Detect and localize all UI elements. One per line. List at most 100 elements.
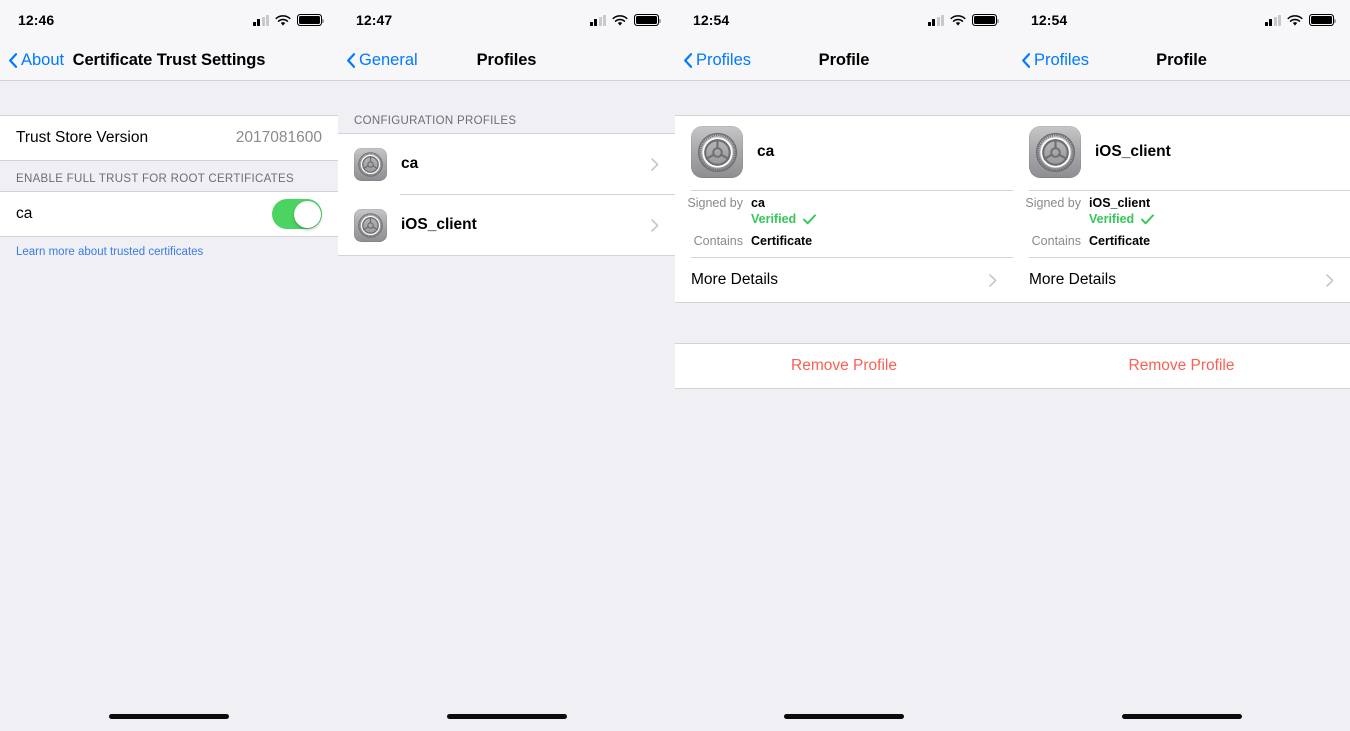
battery-full-icon <box>972 14 1000 26</box>
remove-profile-label: Remove Profile <box>1128 357 1235 374</box>
status-time: 12:47 <box>356 12 393 28</box>
home-indicator <box>109 714 229 719</box>
back-button-profiles[interactable]: Profiles <box>1021 40 1089 80</box>
screen-profile-detail-ca: 12:54 Profiles Profile ca Signed by ca V… <box>675 0 1013 731</box>
chevron-left-icon <box>1021 53 1030 68</box>
top-spacer <box>338 81 675 103</box>
status-bar: 12:54 <box>675 0 1013 40</box>
profile-card: ca Signed by ca Verified Contains Certif… <box>675 115 1013 302</box>
navigation-bar: General Profiles <box>338 40 675 81</box>
contains-value: Certificate <box>1089 234 1151 248</box>
signal-bars-icon <box>1264 14 1281 26</box>
profile-name-label: iOS_client <box>1095 143 1171 160</box>
back-button-label: Profiles <box>1034 50 1090 69</box>
contains-row: Contains Certificate <box>1013 233 1350 249</box>
wifi-icon <box>950 14 966 26</box>
more-details-row[interactable]: More Details <box>675 258 1013 302</box>
contains-key: Contains <box>693 234 743 248</box>
content-area: Trust Store Version 2017081600 ENABLE FU… <box>0 81 338 730</box>
checkmark-icon <box>803 214 816 225</box>
signed-by-value: ca <box>751 196 765 210</box>
profile-detail-rows: Signed by ca Verified Contains Certifica… <box>675 191 1013 257</box>
status-time: 12:54 <box>693 12 730 28</box>
chevron-left-icon <box>683 53 692 68</box>
chevron-right-icon <box>651 219 659 232</box>
home-indicator <box>1121 714 1242 719</box>
signed-by-key: Signed by <box>1025 196 1081 210</box>
wifi-icon <box>612 14 628 26</box>
trust-toggle-ca[interactable] <box>272 199 322 229</box>
status-indicators <box>927 14 1000 26</box>
profile-header: ca <box>675 116 1013 190</box>
root-certificates-group: ca <box>0 191 338 237</box>
wifi-icon <box>275 14 291 26</box>
navigation-bar: Profiles Profile <box>675 40 1013 81</box>
list-item[interactable]: ca <box>338 134 675 194</box>
home-indicator <box>446 714 567 719</box>
profile-detail-rows: Signed by iOS_client Verified Contains C… <box>1013 191 1350 257</box>
trust-store-version-row[interactable]: Trust Store Version 2017081600 <box>0 116 338 160</box>
status-indicators <box>252 14 325 26</box>
battery-full-icon <box>1309 14 1337 26</box>
profile-name-label: iOS_client <box>401 216 477 233</box>
back-button-label: Profiles <box>696 50 752 69</box>
remove-profile-button[interactable]: Remove Profile <box>675 344 1013 388</box>
signed-by-value: iOS_client <box>1089 196 1151 210</box>
status-time: 12:46 <box>18 12 55 28</box>
wifi-icon <box>1287 14 1303 26</box>
screen-certificate-trust-settings: 12:46 About Certificate Trust Settings T… <box>0 0 338 731</box>
chevron-right-icon <box>1326 274 1334 287</box>
back-button-general[interactable]: General <box>346 40 418 80</box>
verified-row: Verified <box>675 211 1013 227</box>
signal-bars-icon <box>589 14 606 26</box>
verified-status: Verified <box>751 212 816 226</box>
verified-label: Verified <box>1089 212 1135 226</box>
back-button-label: General <box>359 50 418 69</box>
profile-name-label: ca <box>757 143 775 160</box>
content-area: ca Signed by ca Verified Contains Certif… <box>675 81 1013 730</box>
status-bar: 12:54 <box>1013 0 1350 40</box>
settings-app-icon <box>354 147 387 181</box>
signal-bars-icon <box>252 14 269 26</box>
checkmark-icon <box>1141 214 1154 225</box>
battery-full-icon <box>297 14 325 26</box>
status-indicators <box>589 14 662 26</box>
chevron-left-icon <box>8 53 17 68</box>
certificate-name-label: ca <box>16 205 33 222</box>
top-spacer <box>675 81 1013 115</box>
back-button-profiles[interactable]: Profiles <box>683 40 751 80</box>
signed-by-row: Signed by ca <box>675 195 1013 211</box>
signed-by-key: Signed by <box>687 196 743 210</box>
profile-header: iOS_client <box>1013 116 1350 190</box>
remove-profile-button[interactable]: Remove Profile <box>1013 344 1350 388</box>
section-header-configuration-profiles: CONFIGURATION PROFILES <box>354 115 517 127</box>
chevron-right-icon <box>989 274 997 287</box>
verified-label: Verified <box>751 212 797 226</box>
remove-profile-group: Remove Profile <box>675 343 1013 389</box>
section-header-root-certificates: ENABLE FULL TRUST FOR ROOT CERTIFICATES <box>16 173 294 185</box>
settings-app-icon <box>691 126 743 178</box>
settings-app-icon <box>1029 126 1081 178</box>
status-bar: 12:46 <box>0 0 338 40</box>
navigation-bar: About Certificate Trust Settings <box>0 40 338 81</box>
status-indicators <box>1264 14 1337 26</box>
battery-full-icon <box>634 14 662 26</box>
content-area: CONFIGURATION PROFILES ca iOS_client <box>338 81 675 730</box>
trust-store-version-value: 2017081600 <box>235 129 322 146</box>
settings-app-icon <box>354 208 387 242</box>
back-button-label: About <box>21 50 65 69</box>
status-bar: 12:47 <box>338 0 675 40</box>
chevron-right-icon <box>651 158 659 171</box>
screenshot-strip: 12:46 About Certificate Trust Settings T… <box>0 0 1350 731</box>
verified-row: Verified <box>1013 211 1350 227</box>
more-details-row[interactable]: More Details <box>1013 258 1350 302</box>
learn-more-link[interactable]: Learn more about trusted certificates <box>0 237 338 260</box>
screen-profiles-list: 12:47 General Profiles CONFIGURATION PRO… <box>338 0 675 731</box>
more-details-label: More Details <box>1029 271 1116 288</box>
remove-profile-label: Remove Profile <box>791 357 897 374</box>
list-item[interactable]: iOS_client <box>338 195 675 255</box>
back-button-about[interactable]: About <box>8 40 64 80</box>
home-indicator <box>784 714 904 719</box>
